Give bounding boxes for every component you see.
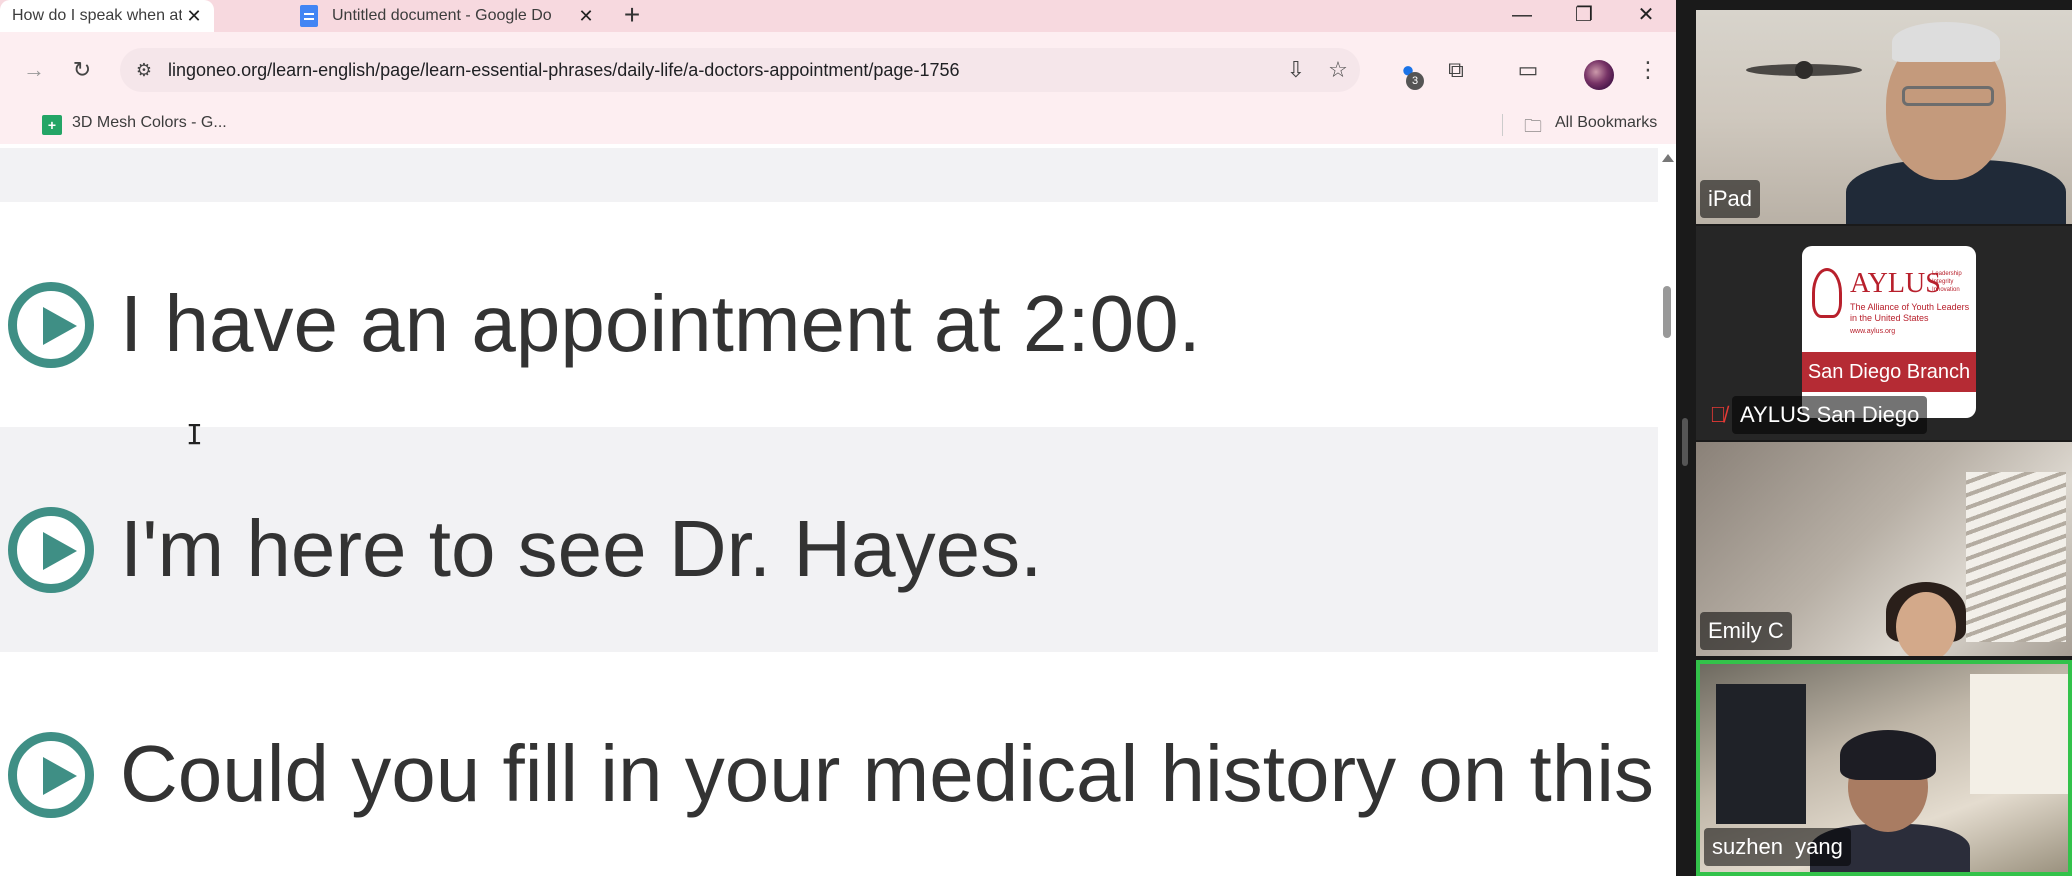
participant-tile-ipad[interactable]: iPad (1696, 10, 2072, 224)
play-audio-icon[interactable] (8, 507, 94, 593)
tab-strip: How do I speak when at the do ✕ Untitled… (0, 0, 1676, 32)
aylus-logo-tagline: Leadership Integrity Innovation (1932, 271, 1962, 293)
aylus-logo-url: www.aylus.org (1850, 328, 1896, 335)
aylus-logo: AYLUS Leadership Integrity Innovation Th… (1802, 246, 1976, 418)
phrase-row: Could you fill in your medical history o… (0, 652, 1658, 876)
phrase-text: Could you fill in your medical history o… (120, 729, 1658, 818)
extensions-puzzle-icon[interactable]: ⧉ (1440, 54, 1472, 86)
tab-google-doc[interactable]: Untitled document - Google Do ✕ (300, 0, 606, 32)
participant-hair (1892, 22, 2000, 62)
close-tab-icon[interactable]: ✕ (184, 6, 204, 26)
participant-face (1896, 592, 1956, 656)
participant-tile-emily[interactable]: Emily C (1696, 442, 2072, 656)
url-text: lingoneo.org/learn-english/page/learn-es… (168, 60, 960, 80)
window-background (1970, 674, 2068, 794)
participant-name: suzhen yang (1704, 828, 1851, 866)
bookmarks-bar: + 3D Mesh Colors - G... 🗀 All Bookmarks (0, 104, 1676, 144)
page-scrollbar[interactable] (1658, 148, 1676, 876)
glasses (1902, 86, 1994, 106)
participant-name: AYLUS San Diego (1732, 396, 1928, 434)
profile-avatar[interactable] (1584, 60, 1614, 90)
bookmarks-divider (1502, 114, 1503, 136)
menu-kebab-icon[interactable]: ⋮ (1632, 54, 1664, 86)
reload-icon[interactable]: ↻ (66, 54, 98, 86)
browser-window: How do I speak when at the do ✕ Untitled… (0, 0, 1676, 876)
mic-muted-icon: 🎙̸ (1709, 402, 1727, 427)
lightbulb-logo-icon (1812, 268, 1842, 318)
participant-tile-suzhen[interactable]: suzhen yang (1696, 660, 2072, 876)
aylus-logo-subtitle: The Alliance of Youth Leaders in the Uni… (1850, 302, 1970, 323)
scroll-up-arrow-icon[interactable] (1662, 154, 1674, 162)
page-content: I have an appointment at 2:00. I'm here … (0, 148, 1658, 876)
panel-scrollbar[interactable] (1682, 418, 1688, 466)
tab-lingoneo[interactable]: How do I speak when at the do ✕ (0, 0, 214, 32)
participant-name: iPad (1700, 180, 1761, 218)
extension-badge: 3 (1406, 72, 1424, 90)
tab-search-icon[interactable]: ▭ (1512, 54, 1544, 86)
participant-name: Emily C (1700, 612, 1792, 650)
tab-title: Untitled document - Google Do (332, 7, 552, 24)
scroll-thumb[interactable] (1663, 286, 1671, 338)
folder-icon: 🗀 (1524, 116, 1542, 136)
play-audio-icon[interactable] (8, 282, 94, 368)
phrase-row-previous (0, 148, 1658, 202)
tab-title: How do I speak when at the do (12, 7, 182, 24)
bookmark-star-icon[interactable]: ☆ (1322, 54, 1354, 86)
aylus-branch-label: San Diego Branch (1802, 352, 1976, 392)
meeting-participants-panel: iPad AYLUS Leadership Integrity Innovati… (1676, 0, 2072, 876)
phrase-text: I'm here to see Dr. Hayes. (120, 504, 1043, 593)
participant-tile-aylus[interactable]: AYLUS Leadership Integrity Innovation Th… (1696, 226, 2072, 440)
address-bar[interactable]: ⚙ lingoneo.org/learn-english/page/learn-… (120, 48, 1360, 92)
participant-hair (1840, 730, 1936, 780)
aylus-logo-title: AYLUS (1850, 268, 1941, 299)
screen: How do I speak when at the do ✕ Untitled… (0, 0, 2072, 876)
restore-button[interactable]: ❐ (1560, 0, 1608, 32)
forward-arrow-icon[interactable]: → (18, 54, 50, 86)
text-cursor-icon: I (186, 418, 203, 451)
google-sheets-icon: + (42, 115, 62, 135)
bookmark-item-3d-mesh-colors[interactable]: 3D Mesh Colors - G... (72, 114, 227, 132)
play-audio-icon[interactable] (8, 732, 94, 818)
ceiling-fan-image (1746, 61, 1862, 79)
all-bookmarks-button[interactable]: All Bookmarks (1555, 114, 1657, 132)
phrase-text: I have an appointment at 2:00. (120, 279, 1201, 368)
minimize-button[interactable]: — (1498, 0, 1546, 32)
install-app-icon[interactable]: ⇩ (1280, 54, 1312, 86)
close-tab-icon[interactable]: ✕ (576, 6, 596, 26)
google-docs-icon (300, 5, 318, 27)
window-blinds (1966, 472, 2066, 642)
site-settings-icon[interactable]: ⚙ (130, 56, 158, 84)
new-tab-button[interactable]: + (618, 1, 646, 30)
phrase-row: I'm here to see Dr. Hayes. (0, 427, 1658, 652)
close-window-button[interactable]: ✕ (1622, 0, 1670, 32)
toolbar: → ↻ ⚙ lingoneo.org/learn-english/page/le… (0, 32, 1676, 114)
tv-background (1716, 684, 1806, 824)
phrase-row: I have an appointment at 2:00. (0, 202, 1658, 427)
